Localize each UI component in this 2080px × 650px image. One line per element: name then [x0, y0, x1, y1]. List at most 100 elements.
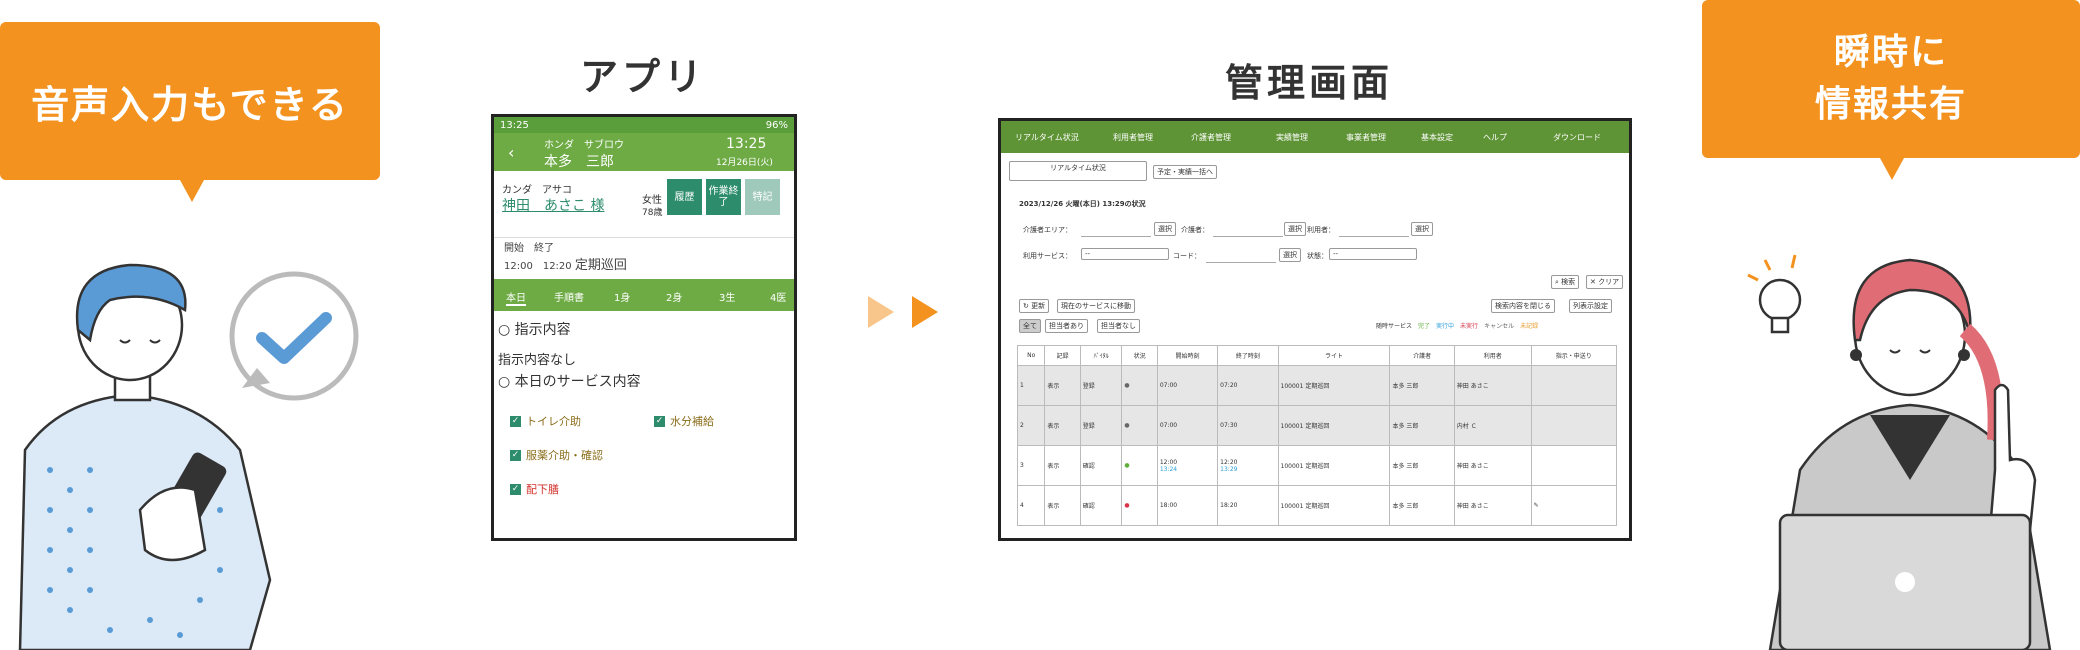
special-note-button[interactable]: 特記: [745, 179, 780, 215]
filter-area-select[interactable]: 選択: [1154, 222, 1176, 236]
cell-record[interactable]: 表示: [1044, 485, 1081, 526]
filter-service-label: 利用サービス：: [1023, 252, 1072, 260]
schedule-table: No 記録 ﾊﾞｲﾀﾙ 状況 開始時刻 終了時刻 ライト 介護者 利用者 指示・…: [1016, 345, 1618, 526]
col-record: 記録: [1044, 345, 1081, 366]
client-name[interactable]: 神田 あさこ 様: [502, 195, 604, 215]
nav-caregivers[interactable]: 介護者管理: [1191, 132, 1231, 143]
cell-vital[interactable]: 登録: [1079, 365, 1123, 406]
tab-today[interactable]: 本日: [506, 289, 526, 306]
status-not-run-icon: ●: [1121, 485, 1158, 526]
header-date: 12月26日(火): [716, 158, 773, 168]
cell-record[interactable]: 表示: [1044, 445, 1081, 486]
clear-button[interactable]: ✕ クリア: [1586, 275, 1624, 289]
end-time: 12:20: [542, 261, 572, 272]
cell-end: 07:30: [1217, 405, 1279, 446]
checkbox-checked-icon: ✓: [654, 415, 665, 427]
cell-record[interactable]: 表示: [1044, 405, 1081, 446]
filter-caregiver-select[interactable]: 選択: [1284, 222, 1306, 236]
admin-nav: リアルタイム状況 利用者管理 介護者管理 実績管理 事業者管理 基本設定 ヘルプ…: [1001, 121, 1629, 153]
table-header: No 記録 ﾊﾞｲﾀﾙ 状況 開始時刻 終了時刻 ライト 介護者 利用者 指示・…: [1016, 345, 1618, 366]
tab-body2[interactable]: 2身: [666, 289, 682, 304]
filter-area-label: 介護者エリア：: [1023, 226, 1072, 234]
current-service-button[interactable]: 現在のサービスに移動: [1057, 299, 1135, 313]
person-with-laptop-illustration: [1747, 254, 2052, 650]
cell-start: 07:00: [1156, 405, 1219, 446]
client-card: カンダ アサコ 神田 あさこ 様 女性 78歳 履歴 作業終了 特記: [494, 171, 794, 238]
cell-record[interactable]: 表示: [1044, 365, 1081, 406]
cell-caregiver: 本多 三郎: [1389, 365, 1455, 406]
service-hydration[interactable]: ✓ 水分補給: [654, 413, 714, 429]
service-meal[interactable]: ✓ 配下膳: [510, 481, 559, 497]
table-row[interactable]: 3 表示 確認 ● 12:00 13:24 12:20 13:29 100001 定…: [1016, 445, 1618, 486]
col-route: ライト: [1277, 345, 1391, 366]
tab-procedure[interactable]: 手順書: [554, 289, 584, 304]
cell-user: 神田 あさこ: [1453, 445, 1532, 486]
status-time: 13:25: [500, 119, 529, 131]
client-age: 78歳: [642, 208, 663, 218]
cell-user: 神田 あさこ: [1453, 485, 1532, 526]
status-bar: 13:25 96%: [494, 117, 794, 133]
filter-code-select[interactable]: 選択: [1279, 248, 1301, 262]
instruction-heading-text: 指示内容: [514, 322, 571, 338]
start-label: 開始: [504, 243, 524, 254]
filter-area-field[interactable]: [1081, 225, 1151, 237]
filter-service-select[interactable]: --: [1081, 248, 1169, 260]
voice-input-bubble: 音声入力もできる: [0, 22, 380, 180]
close-search-button[interactable]: 検索内容を閉じる: [1491, 299, 1555, 313]
status-cancel-icon: ●: [1121, 365, 1158, 406]
filter-user-field[interactable]: [1339, 225, 1409, 237]
nav-users[interactable]: 利用者管理: [1113, 132, 1153, 143]
columns-setting-button[interactable]: 列表示設定: [1569, 299, 1612, 313]
pencil-icon[interactable]: ✎: [1530, 485, 1618, 526]
chevron-left-icon[interactable]: ‹: [508, 143, 514, 162]
finish-work-button[interactable]: 作業終了: [706, 179, 741, 215]
info-share-bubble: 瞬時に 情報共有: [1702, 0, 2080, 158]
tab-realtime[interactable]: リアルタイム状況: [1009, 161, 1147, 181]
end-plan: 12:20: [1220, 458, 1238, 466]
nav-realtime[interactable]: リアルタイム状況: [1015, 132, 1079, 143]
filter-state-label: 状態：: [1307, 252, 1328, 260]
nav-business[interactable]: 事業者管理: [1346, 132, 1386, 143]
cell-user: 内村 Ｃ: [1453, 405, 1532, 446]
subtab-all[interactable]: 全て: [1019, 319, 1041, 333]
cell-end: 07:20: [1217, 365, 1279, 406]
service-medication[interactable]: ✓ 服薬介助・確認: [510, 447, 603, 463]
nav-help[interactable]: ヘルプ: [1483, 132, 1507, 143]
legend-unrecorded: 未記録: [1520, 323, 1539, 330]
filter-user-select[interactable]: 選択: [1411, 222, 1433, 236]
staff-kana: ホンダ サブロウ: [544, 140, 624, 151]
service-toilet[interactable]: ✓ トイレ介助: [510, 413, 581, 429]
history-button[interactable]: 履歴: [667, 179, 702, 215]
cell-vital[interactable]: 登録: [1079, 405, 1123, 446]
cell-caregiver: 本多 三郎: [1389, 485, 1455, 526]
staff-name: 本多 三郎: [544, 154, 614, 170]
nav-download[interactable]: ダウンロード: [1553, 132, 1601, 143]
refresh-button[interactable]: ↻ 更新: [1019, 299, 1050, 313]
lightbulb-icon: [1747, 254, 1802, 334]
header-clock: 13:25: [726, 136, 767, 152]
checkbox-checked-icon: ✓: [510, 483, 521, 495]
legend-not-run: 未実行: [1460, 323, 1479, 330]
subtab-unassigned[interactable]: 担当者なし: [1097, 319, 1140, 333]
filter-code-field[interactable]: [1206, 251, 1276, 263]
table-row[interactable]: 4 表示 確認 ● 18:00 18:20 100001 定期巡回 本多 三郎 …: [1016, 485, 1618, 526]
plan-bulk-button[interactable]: 予定・実績一括へ: [1153, 165, 1217, 179]
table-row[interactable]: 1 表示 登録 ● 07:00 07:20 100001 定期巡回 本多 三郎 …: [1016, 365, 1618, 406]
voice-bubble-tail: [180, 180, 204, 202]
app-tabs: 本日 手順書 1身 2身 3生 4医: [494, 279, 794, 311]
table-row[interactable]: 2 表示 登録 ● 07:00 07:30 100001 定期巡回 本多 三郎 …: [1016, 405, 1618, 446]
filter-state-select[interactable]: --: [1329, 248, 1417, 260]
info-bubble-tail: [1880, 158, 1904, 180]
subtab-assigned[interactable]: 担当者あり: [1045, 319, 1088, 333]
tab-medical4[interactable]: 4医: [770, 289, 786, 304]
nav-results[interactable]: 実績管理: [1276, 132, 1308, 143]
tab-life3[interactable]: 3生: [719, 289, 735, 304]
nav-settings[interactable]: 基本設定: [1421, 132, 1453, 143]
cell-vital[interactable]: 確認: [1079, 485, 1123, 526]
tab-body1[interactable]: 1身: [614, 289, 630, 304]
cell-vital[interactable]: 確認: [1079, 445, 1123, 486]
filter-caregiver-label: 介護者：: [1181, 226, 1209, 234]
cell-no: 4: [1016, 485, 1046, 526]
filter-caregiver-field[interactable]: [1213, 225, 1283, 237]
search-button[interactable]: ⌕ 検索: [1551, 275, 1580, 289]
